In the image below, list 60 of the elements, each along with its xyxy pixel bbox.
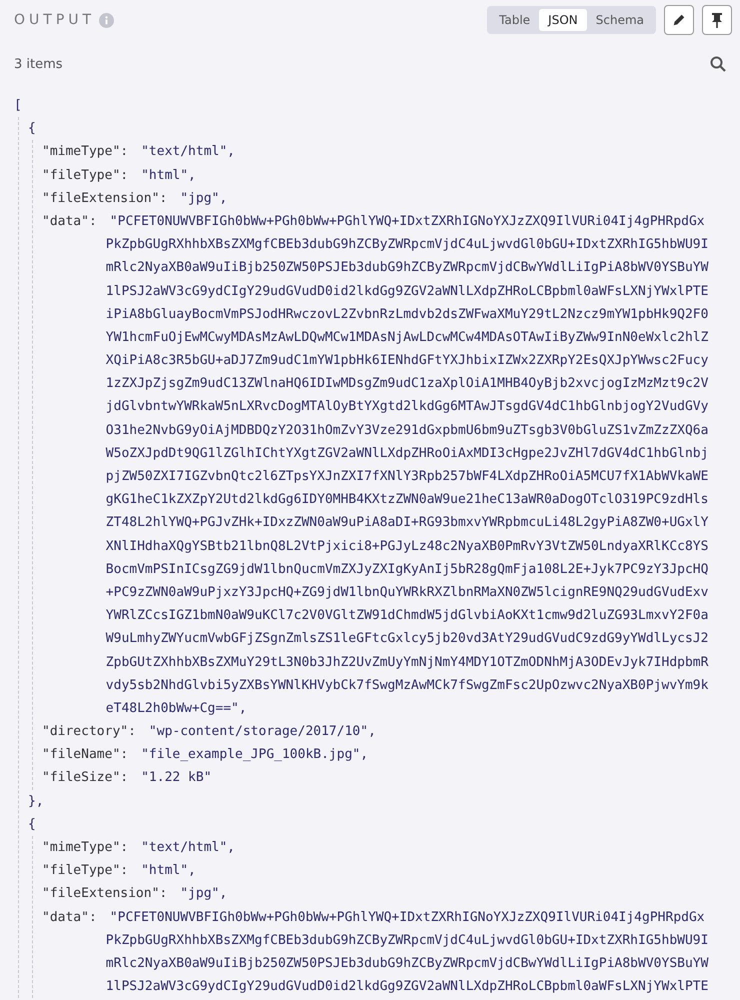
view-tab[interactable]: Table — [490, 9, 540, 31]
json-key: "data": — [42, 906, 97, 929]
json-value: pjZW50ZXI7IGZvbnQtc2l6ZTpsYXJnZXI7fXNlY3Rpb257bWF4LXdpZHRoOiA5MCU7fX1AbWVkaWE — [106, 469, 708, 484]
json-value: eT48L2h0bWw+Cg==", — [106, 700, 247, 716]
json-value: W5oZXJpdDt9QG1lZGlhIChtYXgtZGV2aWNlLXdpZHRoOiAxMDI3cHgpe2JvZHl7dGV4dC1hbGlnbj — [106, 446, 708, 461]
json-value: "1.22 kB" — [141, 770, 212, 786]
brace: }, — [28, 794, 44, 809]
json-key: "fileSize": — [42, 766, 128, 790]
json-key: "data": — [42, 210, 97, 234]
view-tab[interactable]: JSON — [539, 9, 587, 31]
json-key: "mimeType": — [42, 836, 128, 860]
json-value: gKG1heC1kZXZpY2Utd2lkdGg6IDY0MHB4KXtzZWN0aW9ue21heC13aWR0aDogOTclO319PC9zdHls — [106, 492, 708, 508]
json-value: XNlIHdhaXQgYSBtb21lbnQ8L2VtPjxici8+PGJyLz48c2NyaXB0PmRvY3VtZW50LndyaXRlKCc8YS — [106, 538, 708, 554]
json-value: YW1hcmFuOjEwMCwyMDAsMzAwLDQwMCw1MDAsNjAwLDcwMCw4MDAsOTAwIiByZWw9InN0eWxlc2hlZ — [106, 330, 708, 345]
json-value: ZT48L2hlYWQ+PGJvZHk+IDxzZWN0aW9uPiA8aDI+RG93bmxvYWRpbmcuLi48L2gyPiA8ZW0+UGxlY — [106, 515, 708, 530]
json-value: "text/html", — [141, 144, 236, 160]
json-key: "fileType": — [42, 859, 128, 882]
json-value: +PC9zZWN0aW9uPjxzY3JpcHQ+ZG9jdW1lbnQuYWRkRXZlbnRMaXN0ZW5lcignRE9NQ29udGVudExv — [106, 584, 708, 600]
json-value: O31he2NvbG9yOiAjMDBDQzY2O31hOmZvY3Vze291dGxpbmU6bm9uZTsgb3V0bGluZS1vZmZzZXQ6a — [106, 422, 708, 438]
json-value: "file_example_JPG_100kB.jpg", — [141, 747, 368, 762]
json-key: "fileName": — [42, 743, 128, 766]
json-value: 1zZXJpZjsgZm9udC13ZWlnaHQ6IDIwMDsgZm9udC1zaXplOiA1MHB4OyBjb2xvcjogIzMzMzt9c2V — [106, 376, 708, 392]
json-value: "PCFET0NUWVBFIGh0bWw+PGh0bWw+PGhlYWQ+IDxtZXRhIGNoYXJzZXQ9IlVURi04Ij4gPHRpdGx — [110, 214, 705, 229]
json-value: "PCFET0NUWVBFIGh0bWw+PGh0bWw+PGhlYWQ+IDxtZXRhIGNoYXJzZXQ9IlVURi04Ij4gPHRpdGx — [110, 910, 705, 925]
json-value: BocmVmPSInICsgZG9jdW1lbnQucmVmZXJyZXIgKyAnIj5bR28gQmFja108L2E+Jyk7PC9zY3JpcHQ — [106, 562, 708, 577]
json-value: "text/html", — [141, 840, 236, 855]
json-value: mRlc2NyaXB0aW9uIiBjb250ZW50PSJEb3dubG9hZCByZWRpcmVjdCBwYWdlLiIgPiA8bWV0YSBuYW — [106, 956, 708, 971]
json-value: vdy5sb2NhdGlvbi5yZXBsYWNlKHVybCk7fSwgMzAwMCk7fSwgZmFsc2UpOzwvc2NyaXB0PjwvYm9k — [106, 678, 708, 693]
panel-title: OUTPUT — [14, 12, 96, 28]
pin-button[interactable] — [702, 5, 732, 35]
json-value: "wp-content/storage/2017/10", — [148, 724, 376, 740]
json-key: "directory": — [42, 720, 136, 744]
json-value: ZpbGUtZXhhbXBsZXMuY29tL3N0b3JhZ2UvZmUyYmNjNmY4MDY1OTZmODNhMjA3ODEvJyk7IHdpbmR — [106, 654, 708, 670]
json-value: "html", — [141, 168, 196, 183]
json-value: mRlc2NyaXB0aW9uIiBjb250ZW50PSJEb3dubG9hZCByZWRpcmVjdCBwYWdlLiIgPiA8bWV0YSBuYW — [106, 260, 708, 276]
pin-icon — [710, 12, 724, 28]
brace: { — [28, 121, 36, 136]
search-icon[interactable] — [710, 56, 726, 72]
bracket: [ — [14, 98, 22, 113]
pencil-icon — [672, 13, 686, 27]
item-count: 3 items — [14, 56, 63, 72]
json-value: PkZpbGUgRXhhbXBsZXMgfCBEb3dubG9hZCByZWRpcmVjdC4uLjwvdGl0bGU+IDxtZXRhIG5hbWU9I — [106, 237, 708, 252]
json-value: "jpg", — [180, 190, 228, 206]
json-value: 1lPSJ2aWV3cG9ydCIgY29udGVudD0id2lkdGg9ZGV2aWNlLXdpZHRoLCBpbml0aWFsLXNjYWxlPTE — [106, 979, 708, 994]
json-key: "mimeType": — [42, 140, 128, 164]
json-value: 1lPSJ2aWV3cG9ydCIgY29udGVudD0id2lkdGg9ZGV2aWNlLXdpZHRoLCBpbml0aWFsLXNjYWxlPTE — [106, 284, 708, 298]
json-value: jdGlvbntwYWRkaW5nLXRvcDogMTAlOyBtYXgtd2lkdGg6MTAwJTsgdGV4dC1hbGlnbjogY2VudGVy — [106, 399, 708, 414]
json-key: "fileExtension": — [42, 186, 168, 210]
brace: { — [28, 816, 36, 832]
json-key: "fileType": — [42, 164, 128, 187]
json-value: YWRlZCcsIGZ1bmN0aW9uKCl7c2V0VGltZW91dChmdW5jdGlvbiAoKXt1cmw9d2luZG93LmxvY2F0a — [106, 608, 708, 624]
json-value: "jpg", — [180, 886, 228, 902]
json-value: W9uLmhyZWYucmVwbGFjZSgnZmlsZS1leGFtcGxlcy5jb20vd3AtY29udGVudC9zdG9yYWdlLycsJ2 — [106, 631, 708, 646]
json-value: XQiPiA8c3R5bGU+aDJ7Zm9udC1mYW1pbHk6IENhdGFtYXJhbixIZWx2ZXRpY2EsQXJpYWwsc2Fucy — [106, 353, 708, 368]
edit-button[interactable] — [664, 5, 694, 35]
json-key: "fileExtension": — [42, 882, 168, 906]
json-value: "html", — [141, 863, 196, 878]
view-tab[interactable]: Schema — [586, 9, 653, 31]
json-value: PkZpbGUgRXhhbXBsZXMgfCBEb3dubG9hZCByZWRpcmVjdC4uLjwvdGl0bGU+IDxtZXRhIG5hbWU9I — [106, 932, 708, 948]
json-value: iPiA8bGluayBocmVmPSJodHRwczovL2ZvbnRzLmdvb2dsZWFwaXMuY29tL2Nzcz9mYW1pbHk9Q2F0 — [106, 306, 708, 322]
